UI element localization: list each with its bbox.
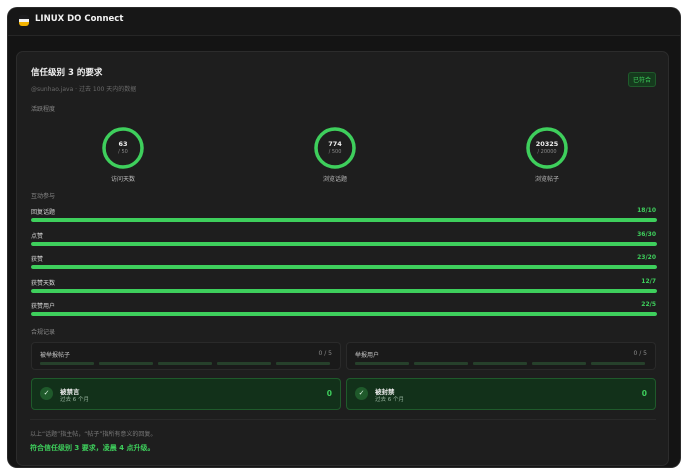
suspended-period: 过去 6 个月 xyxy=(375,397,404,403)
app-title[interactable]: LINUX DO Connect xyxy=(35,14,123,24)
segment xyxy=(40,362,94,365)
progress-bar xyxy=(31,218,657,222)
footer-note: 以上“话题”指主帖，“帖子”指所有意义的回复。 xyxy=(30,431,157,438)
segment xyxy=(473,362,527,365)
bar-value: 36/30 xyxy=(637,230,656,238)
bar-label: 点赞 xyxy=(31,232,44,240)
progress-ring-icon xyxy=(102,127,144,169)
activity-heading: 活跃程度 xyxy=(31,106,56,113)
bar-label: 获赞 xyxy=(31,256,44,263)
card-subtitle: @sunhao.java · 过去 100 天内的数据 xyxy=(31,86,137,93)
progress-bar-fill xyxy=(31,288,657,293)
ring-value: 63 xyxy=(118,140,128,148)
ring-0: 63/ 50 xyxy=(101,126,145,170)
bar-value: 23/20 xyxy=(637,254,656,261)
segment xyxy=(158,362,212,365)
progress-ring-icon xyxy=(526,127,568,169)
bar-label: 获赞用户 xyxy=(31,303,56,310)
progress-bar xyxy=(31,288,657,293)
trust-level-card: 信任级别 3 的要求 @sunhao.java · 过去 100 天内的数据 已… xyxy=(16,51,669,466)
footer-status: 符合信任级别 3 要求，凌晨 4 点升级。 xyxy=(30,444,155,452)
progress-bar xyxy=(31,241,657,246)
progress-bar xyxy=(31,312,657,316)
reporting-users-box: 举报用户 0 / 5 xyxy=(346,342,656,370)
progress-bar-fill xyxy=(31,241,657,246)
progress-ring-icon xyxy=(314,127,356,169)
top-bar: LINUX DO Connect xyxy=(8,8,680,36)
reporting-users-count: 0 / 5 xyxy=(633,350,647,357)
app-window: LINUX DO Connect 信任级别 3 的要求 @sunhao.java… xyxy=(8,8,680,467)
bar-value: 12/7 xyxy=(641,277,656,285)
segment xyxy=(414,362,468,365)
ring-2: 20325/ 20000 xyxy=(525,126,569,170)
ring-target: / 20000 xyxy=(537,149,557,155)
compliance-heading: 合规记录 xyxy=(31,329,56,336)
segment xyxy=(591,362,645,365)
reporting-users-label: 举报用户 xyxy=(355,352,380,359)
reported-posts-count: 0 / 5 xyxy=(318,350,332,357)
ring-target: / 50 xyxy=(118,149,128,155)
linux-do-logo-icon[interactable] xyxy=(19,15,29,26)
segment xyxy=(355,362,409,365)
reported-posts-box: 被举报帖子 0 / 5 xyxy=(31,342,341,370)
segment xyxy=(532,362,586,365)
check-icon: ✓ xyxy=(355,387,368,400)
ring-value: 774 xyxy=(328,140,342,148)
bar-label: 获赞天数 xyxy=(31,279,56,287)
ring-value: 20325 xyxy=(535,140,559,148)
ring-label: 访问天数 xyxy=(110,176,135,183)
divider xyxy=(30,419,656,420)
ring-target: / 500 xyxy=(328,149,342,155)
silenced-value: 0 xyxy=(326,389,332,398)
progress-bar-fill xyxy=(31,312,657,316)
silenced-stat: ✓ 被禁言 过去 6 个月 0 xyxy=(31,378,341,410)
ring-label: 浏览帖子 xyxy=(534,176,559,183)
segment xyxy=(99,362,153,365)
segment xyxy=(217,362,271,365)
ring-label: 浏览话题 xyxy=(322,176,347,183)
progress-bar xyxy=(31,265,657,269)
progress-bar-fill xyxy=(31,218,657,222)
bar-value: 18/10 xyxy=(637,207,656,214)
bar-label: 回复话题 xyxy=(31,209,56,216)
suspended-value: 0 xyxy=(641,389,647,398)
segment xyxy=(276,362,330,365)
reported-posts-label: 被举报帖子 xyxy=(40,352,71,359)
interaction-heading: 互动参与 xyxy=(31,193,56,200)
card-title: 信任级别 3 的要求 xyxy=(31,68,103,78)
progress-bar-fill xyxy=(31,265,657,269)
bar-value: 22/5 xyxy=(641,301,656,308)
status-badge: 已符合 xyxy=(628,72,657,87)
check-icon: ✓ xyxy=(40,387,53,400)
silenced-period: 过去 6 个月 xyxy=(60,397,89,403)
ring-1: 774/ 500 xyxy=(313,126,357,170)
suspended-stat: ✓ 被封禁 过去 6 个月 0 xyxy=(346,378,656,410)
